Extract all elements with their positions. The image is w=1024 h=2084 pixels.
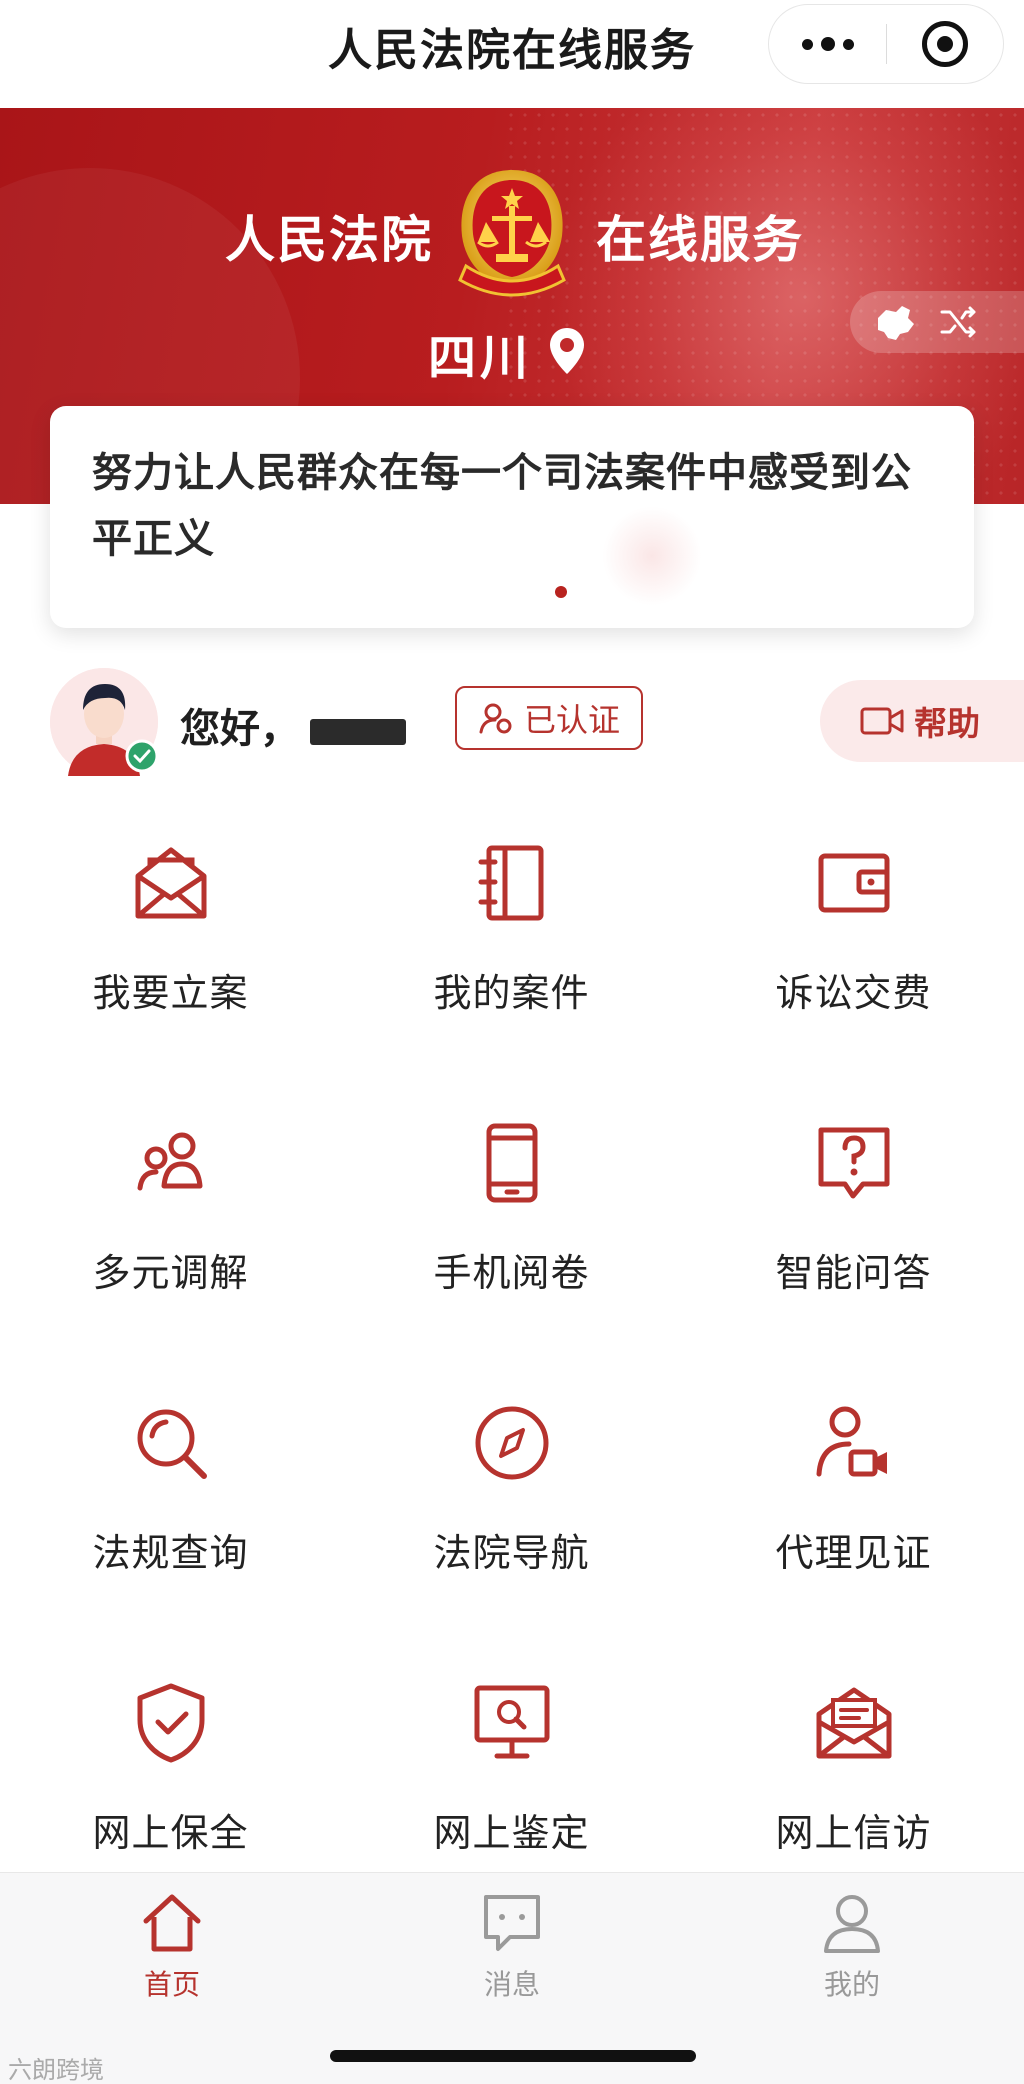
tab-messages[interactable]: 消息 [432,1891,592,2001]
mini-program-capsule [768,4,1004,84]
service-label: 我的案件 [433,971,590,1015]
envelope-open-icon [135,847,207,919]
card-decoration [602,506,702,606]
service-label: 法规查询 [92,1531,249,1575]
tab-home[interactable]: 首页 [92,1891,252,2001]
letter-icon [816,1687,892,1759]
service-file-case[interactable]: 我要立案 [0,820,341,1040]
service-mobile-review[interactable]: 手机阅卷 [341,1100,682,1320]
service-label: 我要立案 [92,971,249,1015]
shuffle-icon [940,306,976,338]
service-online-petition[interactable]: 网上信访 [683,1660,1024,1880]
user-info-row: 您好， 已认证 帮助 [0,664,1024,784]
more-dots-icon [820,37,835,51]
watermark-text: 六朗跨境 [8,2056,104,2084]
target-circle-icon [922,21,968,67]
notebook-icon [478,845,544,921]
location-pin-icon[interactable] [548,326,586,376]
help-button[interactable]: 帮助 [820,680,1024,762]
service-court-navigation[interactable]: 法院导航 [341,1380,682,1600]
carousel-indicator-dot [555,586,567,598]
brand-title-right: 在线服务 [596,211,804,269]
avatar[interactable] [50,668,159,776]
tab-label: 消息 [483,1968,540,2001]
slogan-carousel-card[interactable]: 努力让人民群众在每一个司法案件中感受到公平正义 [50,406,974,628]
service-mediation[interactable]: 多元调解 [0,1100,341,1320]
home-indicator[interactable] [330,2050,696,2062]
service-label: 法院导航 [433,1531,590,1575]
verified-label: 已认证 [523,701,620,739]
service-law-search[interactable]: 法规查询 [0,1380,341,1600]
monitor-search-icon [474,1685,550,1759]
service-label: 诉讼交费 [775,971,932,1015]
tab-profile[interactable]: 我的 [772,1891,932,2001]
top-nav-bar: 人民法院在线服务 [0,0,1024,108]
service-label: 网上信访 [775,1811,932,1855]
masked-user-name [310,719,406,745]
message-icon [484,1895,540,1951]
service-my-cases[interactable]: 我的案件 [341,820,682,1040]
service-label: 网上保全 [92,1811,249,1855]
service-label: 手机阅卷 [433,1251,590,1295]
help-label: 帮助 [914,704,980,743]
compass-icon [475,1406,549,1480]
more-options-button[interactable] [769,5,886,83]
service-litigation-fee[interactable]: 诉讼交费 [683,820,1024,1040]
shield-check-icon [137,1683,205,1763]
verified-badge[interactable]: 已认证 [455,686,643,750]
video-camera-icon [860,707,904,735]
mobile-icon [486,1123,538,1203]
home-icon [143,1894,201,1952]
china-map-icon [878,306,914,340]
tab-label: 首页 [143,1968,200,2001]
profile-icon [824,1895,880,1953]
service-label: 代理见证 [775,1531,932,1575]
search-icon [137,1409,207,1479]
slogan-text: 努力让人民群众在每一个司法案件中感受到公平正义 [92,450,912,562]
wallet-icon [818,853,890,913]
service-agent-witness[interactable]: 代理见证 [683,1380,1024,1600]
service-label: 多元调解 [92,1251,249,1295]
service-online-preservation[interactable]: 网上保全 [0,1660,341,1880]
court-emblem-icon [458,170,566,297]
people-icon [137,1132,203,1191]
tab-label: 我的 [823,1968,880,2001]
service-label: 网上鉴定 [433,1811,590,1855]
user-verified-icon [479,703,512,734]
service-smart-qa[interactable]: 智能问答 [683,1100,1024,1320]
greeting-text: 您好， [180,706,300,752]
region-selector[interactable]: 四川 [428,318,532,388]
region-switch-button[interactable] [850,291,1024,353]
user-video-icon [816,1406,887,1477]
brand-title-left: 人民法院 [225,211,433,269]
question-bubble-icon [818,1127,890,1199]
close-mini-program-button[interactable] [887,5,1003,83]
service-label: 智能问答 [775,1251,932,1295]
service-online-appraisal[interactable]: 网上鉴定 [341,1660,682,1880]
